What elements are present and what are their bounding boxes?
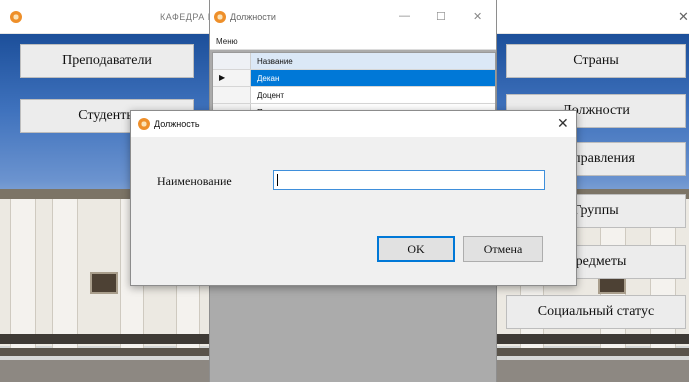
- positions-window-title: Должности: [230, 12, 276, 22]
- app-icon: [138, 118, 150, 130]
- social-status-button[interactable]: Социальный статус: [506, 295, 686, 329]
- menu-item[interactable]: Меню: [216, 37, 238, 46]
- app-icon: [214, 11, 226, 23]
- table-cell[interactable]: Доцент: [257, 91, 284, 100]
- ok-button[interactable]: OK: [377, 236, 455, 262]
- main-close-icon[interactable]: ✕: [678, 9, 689, 25]
- column-header-name[interactable]: Название: [257, 57, 293, 66]
- main-window-title: КАФЕДРА И: [160, 12, 215, 22]
- cancel-button[interactable]: Отмена: [463, 236, 543, 262]
- app-icon: [10, 11, 22, 23]
- text-caret: [277, 174, 278, 186]
- dialog-titlebar: Должность ✕: [131, 111, 576, 137]
- name-field-label: Наименование: [157, 174, 232, 188]
- table-row[interactable]: Доцент: [213, 87, 495, 104]
- countries-button[interactable]: Страны: [506, 44, 686, 78]
- name-field[interactable]: [273, 170, 545, 190]
- table-row[interactable]: ▶ Декан: [213, 70, 495, 87]
- minimize-icon[interactable]: —: [399, 10, 410, 22]
- close-icon[interactable]: ✕: [473, 10, 482, 23]
- menubar: Меню: [210, 34, 496, 50]
- table-cell[interactable]: Декан: [257, 74, 279, 83]
- position-dialog: Должность ✕ Наименование OK Отмена: [130, 110, 577, 286]
- teachers-button[interactable]: Преподаватели: [20, 44, 194, 78]
- row-header[interactable]: ▶: [213, 70, 251, 86]
- positions-window-titlebar: Должности — ☐ ✕: [210, 0, 496, 34]
- dialog-title: Должность: [154, 119, 200, 129]
- grid-header[interactable]: Название: [213, 53, 495, 70]
- dialog-close-icon[interactable]: ✕: [557, 115, 569, 132]
- row-header-corner: [213, 53, 251, 69]
- row-header[interactable]: [213, 87, 251, 103]
- maximize-icon[interactable]: ☐: [436, 10, 446, 23]
- row-pointer-icon: ▶: [219, 73, 226, 82]
